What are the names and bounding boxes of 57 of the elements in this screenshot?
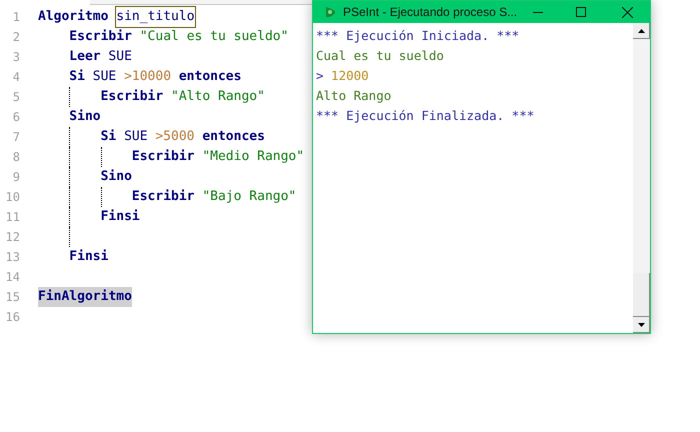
- up-arrow-icon: [638, 28, 644, 32]
- string-text: "Cual es tu sueldo": [140, 28, 288, 46]
- line-number: 11: [4, 209, 21, 226]
- code-text: SUE: [124, 128, 148, 146]
- string-text: "Medio Rango": [202, 148, 304, 166]
- keyword-text: Sino: [100, 168, 132, 186]
- keyword-text: Leer: [69, 48, 101, 66]
- line-number: 8: [12, 149, 21, 166]
- line-number: 7: [12, 129, 21, 146]
- line-number: 4: [12, 69, 21, 86]
- keyword-text: Algoritmo: [38, 8, 108, 26]
- string-text: "Bajo Rango": [202, 188, 296, 206]
- line-number: 2: [12, 29, 21, 46]
- keyword-text: entonces: [202, 128, 265, 146]
- maximize-icon: [576, 7, 586, 17]
- number-text: >10000: [124, 68, 172, 86]
- keyword-text: Sino: [69, 108, 101, 126]
- line-number: 16: [4, 309, 21, 326]
- string-text: "Alto Rango": [171, 88, 265, 106]
- line-number: 13: [4, 249, 21, 266]
- output-text: Cual es tu sueldo: [316, 46, 444, 65]
- line-number: 6: [12, 109, 21, 126]
- keyword-text: Finsi: [69, 248, 108, 266]
- code-text: SUE: [108, 48, 132, 66]
- status-message: *** Ejecución Finalizada. ***: [316, 106, 534, 125]
- scroll-down-button[interactable]: [633, 317, 650, 333]
- close-icon: [622, 6, 632, 18]
- keyword-text: entonces: [178, 68, 242, 86]
- line-number: 15: [4, 289, 21, 306]
- line-number: 1: [12, 9, 21, 26]
- line-number: 9: [12, 169, 21, 186]
- scroll-thumb[interactable]: [633, 273, 650, 317]
- keyword-text: Finsi: [100, 208, 140, 226]
- prompt-symbol: >: [316, 66, 324, 85]
- down-arrow-icon: [638, 322, 644, 326]
- line-number: 10: [4, 189, 21, 206]
- output-text: Alto Rango: [316, 86, 392, 105]
- keyword-text: Escribir: [69, 28, 132, 46]
- keyword-text: Escribir: [132, 188, 195, 206]
- identifier-text: sin_titulo: [116, 7, 195, 27]
- input-text: 12000: [331, 66, 369, 85]
- line-number: 14: [4, 269, 21, 286]
- keyword-text: FinAlgoritmo: [38, 287, 132, 307]
- app-logo-icon: [323, 5, 337, 19]
- scroll-up-button[interactable]: [633, 23, 650, 39]
- line-number: 12: [4, 229, 21, 246]
- status-message: *** Ejecución Iniciada. ***: [316, 26, 520, 45]
- keyword-text: Si: [69, 68, 85, 86]
- keyword-text: Escribir: [132, 148, 195, 166]
- code-text: SUE: [92, 68, 116, 86]
- number-text: >5000: [155, 128, 194, 146]
- scrollbar[interactable]: [633, 23, 650, 333]
- window-title: PSeInt - Ejecutando proceso S...: [343, 4, 518, 21]
- line-number: 5: [12, 89, 21, 106]
- keyword-text: Escribir: [100, 88, 164, 106]
- keyword-text: Si: [100, 128, 116, 146]
- line-number: 3: [12, 49, 21, 66]
